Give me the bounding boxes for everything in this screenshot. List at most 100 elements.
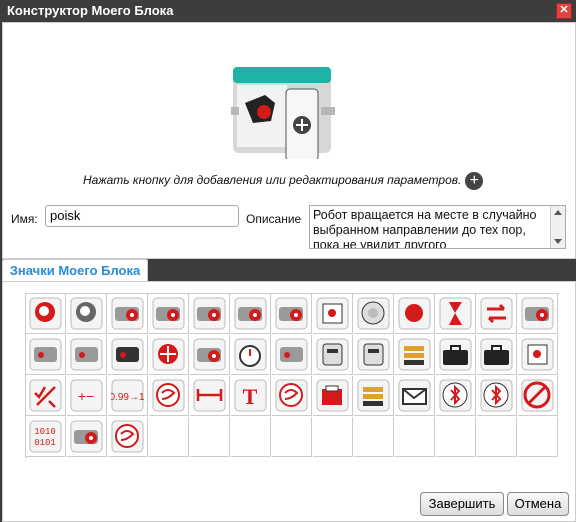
icon-cell[interactable] — [313, 294, 353, 334]
my-block-preview[interactable] — [231, 45, 349, 159]
description-text: Робот вращается на месте в случайно выбр… — [313, 208, 537, 249]
my-block-builder-window: Конструктор Моего Блока ✕ Нажать кнопку … — [0, 0, 576, 522]
brain-head-gray-icon — [70, 297, 103, 330]
empty-icon-cell — [272, 417, 312, 457]
svg-text:0101: 0101 — [34, 438, 56, 448]
icon-cell[interactable] — [231, 294, 271, 334]
round-number-icon: 0.99→1 — [111, 379, 144, 412]
data-log-icon — [398, 338, 431, 371]
math-operators-icon: +− — [70, 379, 103, 412]
svg-text:1010: 1010 — [34, 427, 56, 437]
edit-params-hint: Нажать кнопку для добавления или редакти… — [83, 172, 484, 190]
icon-cell[interactable] — [190, 376, 230, 416]
motor-rotation-icon — [193, 338, 226, 371]
window-title: Конструктор Моего Блока — [7, 3, 174, 18]
add-parameter-icon[interactable]: + — [465, 172, 484, 190]
logic-check-icon — [29, 379, 62, 412]
icon-cell[interactable] — [477, 376, 517, 416]
text-t-icon: T — [234, 379, 267, 412]
icon-cell[interactable] — [477, 294, 517, 334]
icon-cell[interactable]: 0.99→1 — [108, 376, 148, 416]
icon-cell[interactable] — [272, 294, 312, 334]
scroll-down-icon[interactable] — [554, 239, 562, 244]
touch-sensor-icon — [275, 338, 308, 371]
icon-cell[interactable] — [26, 294, 66, 334]
icon-cell[interactable] — [518, 294, 558, 334]
scroll-up-icon[interactable] — [554, 210, 562, 215]
icon-cell[interactable] — [149, 335, 189, 375]
brain-head-icon — [29, 297, 62, 330]
icon-cell[interactable] — [354, 376, 394, 416]
dice-random-icon — [275, 379, 308, 412]
name-label: Имя: — [11, 212, 38, 226]
icon-cell[interactable] — [149, 376, 189, 416]
random-wave-icon — [111, 420, 144, 453]
stop-wireless-icon — [521, 379, 554, 412]
move-tank-icon — [275, 297, 308, 330]
empty-icon-cell — [354, 417, 394, 457]
name-field[interactable]: poisk — [45, 205, 239, 227]
large-motor-icon — [111, 297, 144, 330]
icon-cell[interactable] — [354, 294, 394, 334]
icon-cell[interactable] — [67, 417, 107, 457]
finish-button[interactable]: Завершить — [420, 492, 504, 516]
close-icon[interactable]: ✕ — [556, 3, 572, 19]
icon-cell[interactable] — [477, 335, 517, 375]
brick-status-light-icon — [398, 297, 431, 330]
icon-cell[interactable] — [272, 376, 312, 416]
icon-cell[interactable] — [395, 376, 435, 416]
icon-cell[interactable] — [395, 294, 435, 334]
bluetooth-settings-icon — [480, 379, 513, 412]
loop-interrupt-icon — [480, 297, 513, 330]
random-icon — [152, 379, 185, 412]
empty-icon-cell — [231, 417, 271, 457]
icon-cell[interactable] — [67, 335, 107, 375]
move-steering-icon — [193, 297, 226, 330]
icon-cell[interactable] — [313, 335, 353, 375]
description-field[interactable]: Робот вращается на месте в случайно выбр… — [309, 205, 566, 249]
icon-cell[interactable]: T — [231, 376, 271, 416]
icon-cell[interactable] — [26, 335, 66, 375]
icon-cell[interactable] — [67, 294, 107, 334]
icon-cell[interactable] — [108, 417, 148, 457]
description-scrollbar[interactable] — [550, 206, 565, 248]
icons-panel: +− 0.99→1 T 1010 0101 Завершить Отмена — [2, 281, 576, 522]
icon-cell[interactable] — [436, 294, 476, 334]
color-sensor-icon — [70, 338, 103, 371]
svg-text:T: T — [243, 384, 258, 409]
icon-cell[interactable] — [518, 376, 558, 416]
icon-cell[interactable] — [190, 335, 230, 375]
unregulated-motor-icon — [521, 297, 554, 330]
ir-beacon-icon — [316, 338, 349, 371]
icon-cell[interactable] — [108, 335, 148, 375]
data-logging-chart-icon — [357, 379, 390, 412]
icon-cell[interactable] — [395, 335, 435, 375]
empty-icon-cell — [395, 417, 435, 457]
empty-icon-cell — [477, 417, 517, 457]
cancel-button[interactable]: Отмена — [507, 492, 569, 516]
display-icon — [316, 297, 349, 330]
icon-cell[interactable] — [231, 335, 271, 375]
medium-motor-icon — [152, 297, 185, 330]
stopwatch-icon — [234, 338, 267, 371]
empty-icon-cell — [190, 417, 230, 457]
empty-icon-cell — [436, 417, 476, 457]
icon-cell[interactable] — [26, 376, 66, 416]
icon-cell[interactable] — [354, 335, 394, 375]
icon-cell[interactable] — [108, 294, 148, 334]
icon-cell[interactable] — [149, 294, 189, 334]
icon-cell[interactable] — [272, 335, 312, 375]
icon-cell[interactable]: 1010 0101 — [26, 417, 66, 457]
icon-cell[interactable] — [436, 376, 476, 416]
tab-my-block-icons[interactable]: Значки Моего Блока — [2, 259, 148, 282]
icon-cell[interactable] — [313, 376, 353, 416]
empty-icon-cell — [518, 417, 558, 457]
empty-icon-cell — [149, 417, 189, 457]
icon-cell[interactable]: +− — [67, 376, 107, 416]
number-display-icon — [521, 338, 554, 371]
icon-cell[interactable] — [190, 294, 230, 334]
icon-cell[interactable] — [436, 335, 476, 375]
svg-text:0.99→1: 0.99→1 — [111, 392, 144, 403]
empty-icon-cell — [313, 417, 353, 457]
icon-cell[interactable] — [518, 335, 558, 375]
